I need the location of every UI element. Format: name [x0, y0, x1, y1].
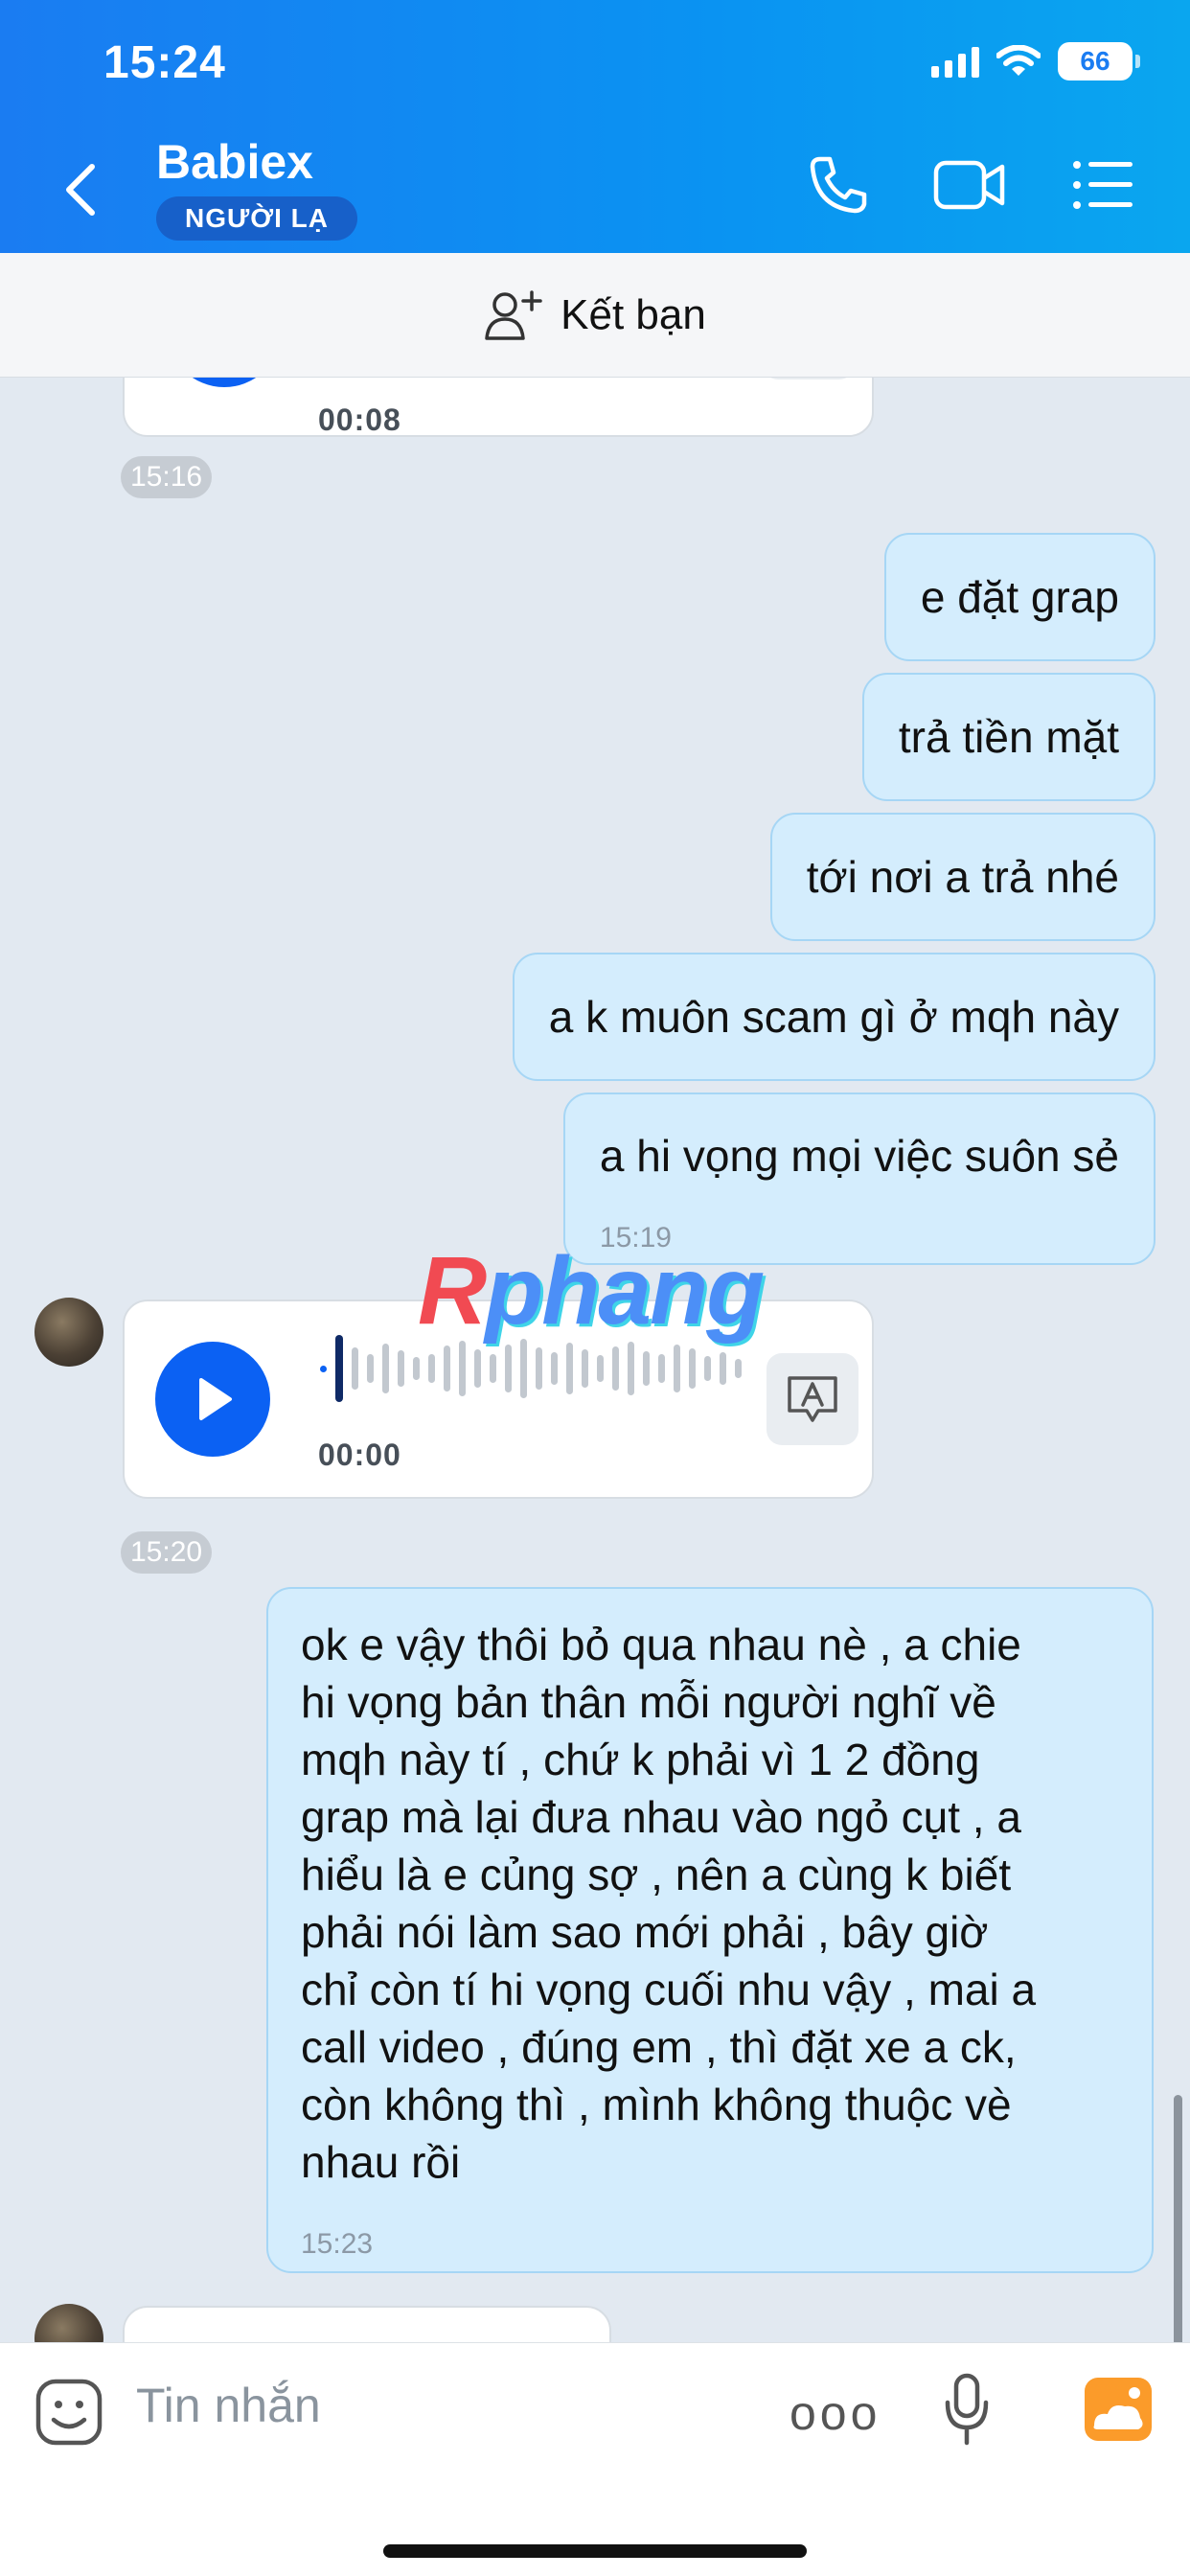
waveform-progress-dot	[320, 1365, 327, 1372]
message-text: e đặt grap	[920, 572, 1119, 622]
message-line: hiểu là e củng sợ , nên a cùng k biết	[301, 1850, 1012, 1899]
outgoing-message[interactable]: e đặt grap	[883, 533, 1156, 661]
waveform-bar	[335, 1335, 343, 1402]
outgoing-message[interactable]: a k muôn scam gì ở mqh này	[512, 953, 1156, 1081]
waveform-bar	[704, 1356, 711, 1381]
message-text: ok e vậy thôi bỏ qua nhau nè , a chie hi …	[301, 1589, 1119, 2191]
contact-name[interactable]: Babiex	[156, 134, 313, 190]
status-icons: 66	[931, 42, 1140, 80]
transcribe-button[interactable]	[763, 378, 855, 380]
waveform-bar	[720, 1352, 726, 1385]
video-call-icon[interactable]	[933, 153, 1006, 217]
play-button[interactable]	[167, 378, 282, 387]
message-line: phải nói làm sao mới phải , bây giờ	[301, 1907, 989, 1957]
outgoing-message[interactable]: a hi vọng mọi việc suôn sẻ 15:19	[562, 1092, 1156, 1265]
incoming-message[interactable]	[123, 2306, 611, 2342]
avatar[interactable]	[34, 2304, 103, 2342]
phone-icon[interactable]	[807, 153, 870, 217]
waveform-bar	[490, 1354, 496, 1383]
waveform-bar	[367, 1354, 374, 1383]
waveform-bar	[551, 1352, 558, 1385]
wifi-icon	[996, 45, 1041, 76]
back-icon[interactable]	[57, 161, 105, 218]
waveform-bar	[735, 1359, 742, 1378]
message-list[interactable]: 00:08 15:16 e đặt grap trả tiền mặt tới …	[0, 378, 1190, 2342]
transcribe-button[interactable]	[767, 1353, 858, 1445]
waveform-bar	[505, 1345, 512, 1392]
waveform-bar	[398, 1350, 404, 1387]
message-line: chỉ còn tí hi vọng cuối nhu vậy , mai a	[301, 1965, 1037, 2014]
cellular-signal-icon	[931, 45, 979, 78]
message-line: còn không thì , mình không thuộc vè	[301, 2080, 1012, 2129]
message-time: 15:16	[121, 456, 213, 498]
menu-list-icon[interactable]	[1071, 153, 1134, 217]
waveform-bar	[352, 1347, 358, 1390]
waveform-bar	[428, 1354, 435, 1383]
waveform-bar	[582, 1349, 588, 1388]
waveform-bar	[474, 1349, 481, 1388]
home-indicator	[383, 2544, 807, 2558]
message-text: trả tiền mặt	[898, 712, 1119, 762]
play-button[interactable]	[155, 1342, 270, 1457]
voice-duration: 00:08	[318, 402, 401, 437]
message-line: grap mà lại đưa nhau vào ngỏ cụt , a	[301, 1792, 1021, 1842]
waveform-bar	[643, 1351, 650, 1386]
waveform-bar	[566, 1343, 573, 1394]
outgoing-message[interactable]: trả tiền mặt	[861, 673, 1156, 801]
waveform-bar	[520, 1339, 527, 1398]
waveform-bar	[612, 1346, 619, 1391]
image-icon[interactable]	[1083, 2376, 1154, 2443]
status-time: 15:24	[103, 37, 226, 88]
waveform-bar	[658, 1354, 665, 1383]
waveform-bar	[674, 1345, 680, 1392]
message-line: hi vọng bản thân mỗi người nghĩ về	[301, 1677, 996, 1727]
message-line: ok e vậy thôi bỏ qua nhau nè , a chie	[301, 1620, 1021, 1669]
voice-message[interactable]: 00:00	[123, 1300, 874, 1499]
voice-message-top[interactable]: 00:08	[123, 378, 874, 437]
voice-waveform[interactable]	[320, 1330, 742, 1407]
message-line: call video , đúng em , thì đặt xe a ck,	[301, 2022, 1017, 2072]
chat-header: 15:24 66 Babiex NGƯỜI LẠ	[0, 0, 1190, 253]
add-friend-label: Kết bạn	[561, 290, 706, 338]
message-line: nhau rồi	[301, 2137, 461, 2187]
outgoing-message[interactable]: ok e vậy thôi bỏ qua nhau nè , a chie hi …	[266, 1587, 1154, 2273]
outgoing-message[interactable]: tới nơi a trả nhé	[769, 813, 1156, 941]
waveform-bar	[444, 1346, 450, 1392]
avatar[interactable]	[34, 1298, 103, 1367]
waveform-bar	[413, 1357, 420, 1380]
message-text: a k muôn scam gì ở mqh này	[548, 992, 1119, 1042]
play-icon	[199, 1378, 232, 1420]
message-text: tới nơi a trả nhé	[806, 852, 1119, 902]
waveform-bar	[597, 1355, 604, 1382]
scrollbar[interactable]	[1174, 2095, 1182, 2342]
battery-icon: 66	[1058, 42, 1140, 80]
waveform-bar	[536, 1347, 542, 1390]
transcribe-icon	[788, 1376, 837, 1422]
more-icon[interactable]: ooo	[790, 2385, 881, 2441]
microphone-icon[interactable]	[943, 2372, 991, 2449]
message-time: 15:20	[121, 1531, 213, 1574]
message-input[interactable]: Tin nhắn	[136, 2378, 321, 2433]
message-input-bar: Tin nhắn ooo	[0, 2342, 1190, 2576]
voice-duration: 00:00	[318, 1438, 401, 1472]
message-text: a hi vọng mọi việc suôn sẻ	[599, 1131, 1119, 1181]
waveform-bar	[689, 1348, 696, 1389]
add-user-icon	[485, 289, 542, 340]
waveform-bar	[459, 1341, 466, 1396]
waveform-bar	[628, 1342, 634, 1395]
sticker-icon[interactable]	[34, 2378, 103, 2447]
waveform-bar	[382, 1344, 389, 1393]
stranger-badge: NGƯỜI LẠ	[156, 196, 357, 241]
add-friend-bar[interactable]: Kết bạn	[0, 253, 1190, 378]
message-line: mqh này tí , chứ k phải vì 1 2 đồng	[301, 1735, 980, 1784]
message-time: 15:23	[301, 2228, 374, 2260]
message-time: 15:19	[599, 1222, 672, 1254]
